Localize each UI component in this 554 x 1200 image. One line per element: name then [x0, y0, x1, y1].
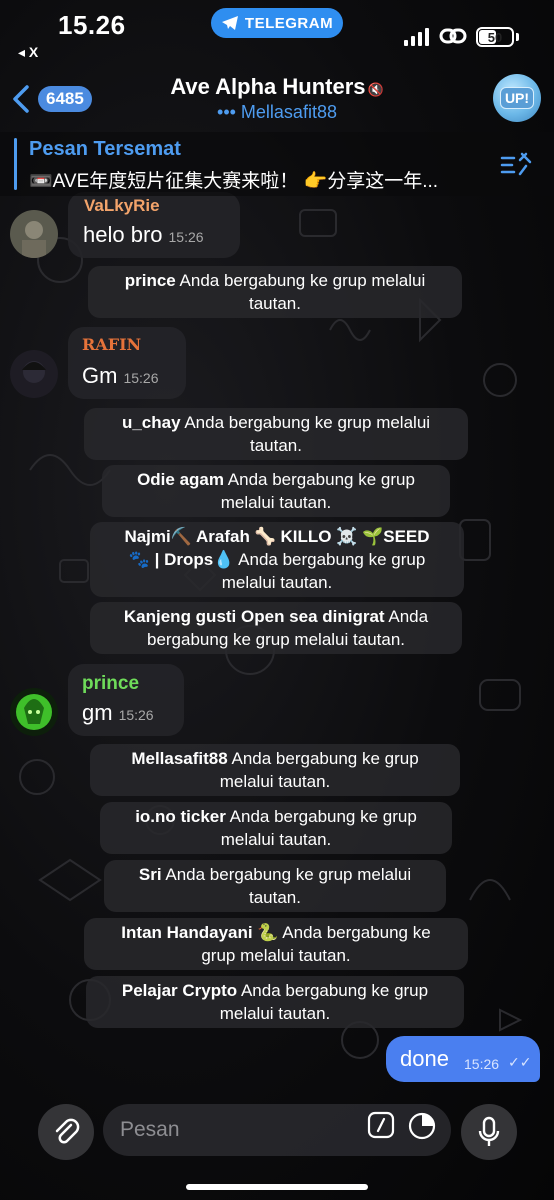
chat-title-text: Ave Alpha Hunters: [170, 74, 366, 99]
group-avatar[interactable]: UP!: [493, 74, 541, 122]
pinned-text: 📼AVE年度短片征集大赛来啦！ 👉分享这一年...: [29, 171, 439, 192]
avatar-prince[interactable]: [10, 688, 58, 736]
message-bubble[interactable]: RAFIN Gm 15:26: [68, 327, 186, 399]
read-receipt-icon: ✓✓: [508, 1054, 532, 1070]
clock: 15.26: [58, 10, 126, 40]
sticker-icon[interactable]: [407, 1111, 437, 1141]
signal-icon: [404, 28, 429, 46]
message-text: done: [400, 1046, 449, 1071]
battery-percent: 50: [487, 29, 503, 45]
status-bar: 15.26 ◂ X TELEGRAM 50: [0, 0, 554, 64]
pin-list-icon[interactable]: [500, 150, 534, 178]
composer-bar: [0, 1096, 554, 1200]
message-author: RAFIN: [82, 335, 142, 354]
message-text: helo bro: [83, 222, 163, 247]
telegram-pill-label: TELEGRAM: [244, 14, 334, 32]
chat-header: 6485 Ave Alpha Hunters 🔇 ••• Mellasafit88…: [0, 64, 554, 128]
system-message: prince Anda bergabung ke grup melalui tau…: [88, 266, 462, 318]
pinned-message-bar[interactable]: Pesan Tersemat 📼AVE年度短片征集大赛来啦！ 👉分享这一年...: [0, 132, 554, 196]
system-message: Najmi⛏️ Arafah 🦴 KILLO ☠️ 🌱SEED 🐾 | Drops…: [90, 522, 464, 597]
message-time: 15:26: [123, 370, 159, 386]
home-indicator[interactable]: [186, 1184, 368, 1190]
system-message: Odie agam Anda bergabung ke grup melalui …: [102, 465, 450, 517]
message-author: prince: [82, 673, 140, 694]
mute-icon: 🔇: [367, 82, 384, 97]
system-message: Pelajar Crypto Anda bergabung ke grup mel…: [86, 976, 464, 1028]
back-to-app-link[interactable]: ◂ X: [18, 44, 38, 61]
attach-button[interactable]: [38, 1104, 94, 1160]
system-message: io.no ticker Anda bergabung ke grup melal…: [100, 802, 452, 854]
chat-title[interactable]: Ave Alpha Hunters 🔇: [0, 74, 554, 100]
typing-status: ••• Mellasafit88: [217, 102, 337, 122]
outgoing-message-bubble[interactable]: done 15:26 ✓✓: [386, 1036, 540, 1082]
message-bubble[interactable]: VaLkyRie helo bro 15:26: [68, 192, 240, 258]
message-time: 15:26: [168, 229, 204, 245]
link-icon: [439, 28, 467, 44]
message-author: VaLkyRie: [84, 196, 160, 215]
pinned-title: Pesan Tersemat: [29, 138, 181, 160]
avatar-valkyrie[interactable]: [10, 210, 58, 258]
telegram-icon: [221, 16, 238, 30]
system-message: Sri Anda bergabung ke grup melalui tautan…: [104, 860, 446, 912]
command-icon[interactable]: [367, 1111, 395, 1139]
message-text: Gm: [82, 363, 118, 388]
attach-icon: [55, 1118, 80, 1144]
system-message: u_chay Anda bergabung ke grup melalui tau…: [84, 408, 468, 460]
system-message: Kanjeng gusti Open sea dinigrat Anda berg…: [90, 602, 462, 654]
message-bubble[interactable]: prince gm 15:26: [68, 664, 184, 736]
mic-icon: [478, 1116, 500, 1146]
message-input-box[interactable]: [103, 1104, 451, 1156]
telegram-pill[interactable]: TELEGRAM: [211, 8, 343, 38]
avatar-rafin[interactable]: [10, 350, 58, 398]
system-message: Mellasafit88 Anda bergabung ke grup melal…: [90, 744, 460, 796]
message-input[interactable]: [120, 1118, 350, 1142]
group-avatar-label: UP!: [499, 87, 535, 109]
message-text: gm: [82, 700, 113, 725]
system-message: Intan Handayani 🐍 Anda bergabung ke grup …: [84, 918, 468, 970]
message-time: 15:26: [464, 1056, 500, 1072]
voice-record-button[interactable]: [461, 1104, 517, 1160]
message-time: 15:26: [118, 707, 154, 723]
battery-icon: 50: [476, 27, 514, 47]
